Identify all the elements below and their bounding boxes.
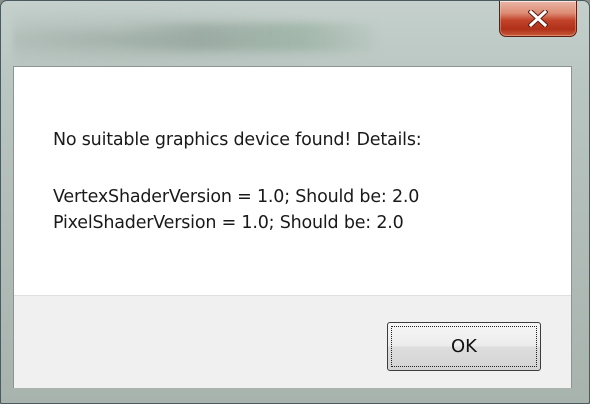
ok-button-label: OK xyxy=(391,326,537,367)
message-heading: No suitable graphics device found! Detai… xyxy=(53,130,422,150)
message-dialog: No suitable graphics device found! Detai… xyxy=(0,0,590,404)
message-detail-pixel-shader: PixelShaderVersion = 1.0; Should be: 2.0 xyxy=(53,213,404,233)
button-bar: OK xyxy=(14,295,571,388)
dialog-client-area: No suitable graphics device found! Detai… xyxy=(13,66,572,388)
message-area: No suitable graphics device found! Detai… xyxy=(14,67,571,295)
close-button[interactable] xyxy=(499,1,577,37)
ok-button[interactable]: OK xyxy=(387,322,541,371)
message-detail-vertex-shader: VertexShaderVersion = 1.0; Should be: 2.… xyxy=(53,187,420,207)
title-bar-glass-highlight xyxy=(121,23,381,51)
title-bar[interactable] xyxy=(1,1,589,67)
close-icon xyxy=(528,10,548,27)
